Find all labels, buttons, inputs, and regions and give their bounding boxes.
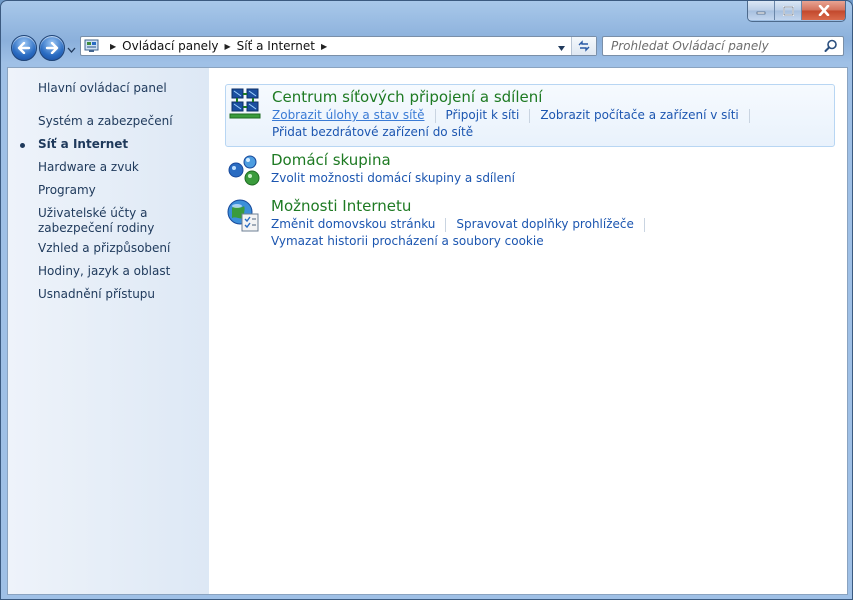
breadcrumb-separator-icon[interactable]: ▶ xyxy=(321,42,327,51)
control-panel-window: ▶ Ovládací panely ▶ Síť a Internet ▶ Pro… xyxy=(0,0,853,600)
breadcrumb-network-internet[interactable]: Síť a Internet xyxy=(237,39,315,53)
arrow-right-icon xyxy=(45,42,59,54)
forward-button[interactable] xyxy=(39,35,65,61)
link-separator xyxy=(529,108,531,123)
arrow-left-icon xyxy=(17,42,31,54)
navigation-bar: ▶ Ovládací panely ▶ Síť a Internet ▶ xyxy=(1,27,852,65)
recent-pages-dropdown[interactable] xyxy=(67,42,76,56)
category-title-homegroup[interactable]: Domácí skupina xyxy=(271,150,835,170)
minimize-icon xyxy=(756,11,766,14)
category-title-internet-options[interactable]: Možnosti Internetu xyxy=(271,196,835,216)
sidebar: Hlavní ovládací panel Systém a zabezpeče… xyxy=(8,68,209,594)
sidebar-item-appearance[interactable]: Vzhled a přizpůsobení xyxy=(38,241,206,256)
link-connect-to-network[interactable]: Připojit k síti xyxy=(446,107,520,124)
network-center-icon xyxy=(229,88,261,119)
chevron-down-icon xyxy=(558,46,565,51)
breadcrumb-control-panel[interactable]: Ovládací panely xyxy=(122,39,218,53)
address-history-dropdown[interactable] xyxy=(557,41,566,55)
close-button[interactable] xyxy=(801,1,845,20)
sidebar-item-system-security[interactable]: Systém a zabezpečení xyxy=(38,114,206,129)
sidebar-item-hardware-sound[interactable]: Hardware a zvuk xyxy=(38,160,206,175)
link-view-network-computers[interactable]: Zobrazit počítače a zařízení v síti xyxy=(540,107,738,124)
category-internet-options: Možnosti Internetu Změnit domovskou strá… xyxy=(225,196,835,252)
search-box[interactable] xyxy=(602,36,844,56)
category-network-sharing-center: Centrum síťových připojení a sdílení Zob… xyxy=(225,84,835,147)
sidebar-item-programs[interactable]: Programy xyxy=(38,183,206,198)
breadcrumb-separator-icon[interactable]: ▶ xyxy=(225,42,231,51)
close-icon xyxy=(818,5,829,16)
sidebar-item-clock-language-region[interactable]: Hodiny, jazyk a oblast xyxy=(38,264,206,279)
link-manage-add-ons[interactable]: Spravovat doplňky prohlížeče xyxy=(456,216,633,233)
content-area: Hlavní ovládací panel Systém a zabezpeče… xyxy=(7,67,848,595)
link-separator xyxy=(434,108,436,123)
category-homegroup: Domácí skupina Zvolit možnosti domácí sk… xyxy=(225,150,835,190)
link-change-home-page[interactable]: Změnit domovskou stránku xyxy=(271,216,435,233)
homegroup-icon xyxy=(228,155,260,186)
category-title-network-sharing-center[interactable]: Centrum síťových připojení a sdílení xyxy=(272,87,834,107)
search-icon xyxy=(824,39,837,52)
back-button[interactable] xyxy=(11,35,37,61)
sidebar-item-user-accounts[interactable]: Uživatelské účty a zabezpečení rodiny xyxy=(38,206,206,236)
link-view-network-status[interactable]: Zobrazit úlohy a stav sítě xyxy=(272,107,425,124)
sidebar-item-label: Síť a Internet xyxy=(38,137,129,151)
chevron-down-icon xyxy=(67,47,76,53)
address-bar[interactable]: ▶ Ovládací panely ▶ Síť a Internet ▶ xyxy=(80,36,597,56)
category-links: Zobrazit úlohy a stav sítě Připojit k sí… xyxy=(272,107,834,141)
sidebar-home-link[interactable]: Hlavní ovládací panel xyxy=(38,81,206,96)
category-links: Zvolit možnosti domácí skupiny a sdílení xyxy=(271,170,835,187)
link-separator xyxy=(748,108,750,123)
minimize-button[interactable] xyxy=(748,1,774,20)
search-input[interactable] xyxy=(609,38,823,54)
sidebar-item-network-internet[interactable]: Síť a Internet xyxy=(20,137,206,152)
maximize-icon xyxy=(782,5,794,16)
sidebar-item-ease-of-access[interactable]: Usnadnění přístupu xyxy=(38,287,206,302)
caption-buttons xyxy=(747,1,846,22)
link-delete-browsing-history[interactable]: Vymazat historii procházení a soubory co… xyxy=(271,233,544,250)
refresh-button[interactable] xyxy=(571,37,596,55)
breadcrumb-separator-icon[interactable]: ▶ xyxy=(110,42,116,51)
link-separator xyxy=(445,217,447,232)
link-add-wireless-device[interactable]: Přidat bezdrátové zařízení do sítě xyxy=(272,124,473,141)
link-homegroup-options[interactable]: Zvolit možnosti domácí skupiny a sdílení xyxy=(271,170,515,187)
internet-options-icon xyxy=(227,199,259,232)
category-links: Změnit domovskou stránku Spravovat doplň… xyxy=(271,216,835,250)
control-panel-icon xyxy=(84,38,100,54)
search-button[interactable] xyxy=(824,39,838,56)
active-bullet-icon xyxy=(20,143,25,148)
maximize-button[interactable] xyxy=(774,1,801,20)
link-separator xyxy=(643,217,645,232)
refresh-icon xyxy=(578,40,590,52)
main-panel: Centrum síťových připojení a sdílení Zob… xyxy=(209,68,847,594)
